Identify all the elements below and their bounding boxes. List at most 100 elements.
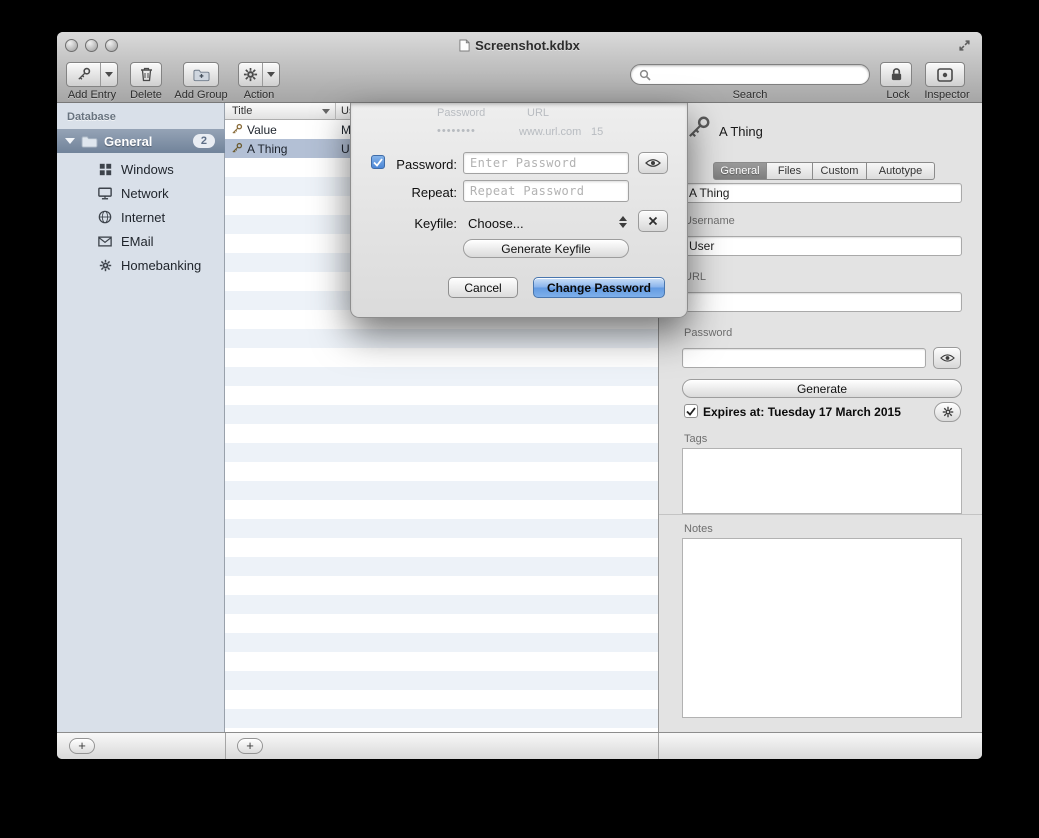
popup-stepper-icon[interactable] bbox=[616, 212, 630, 231]
disclosure-triangle-icon[interactable] bbox=[65, 138, 75, 144]
tab-autotype[interactable]: Autotype bbox=[867, 162, 935, 180]
app-window: Screenshot.kdbx Add Entry Delete Add Gro… bbox=[57, 32, 982, 759]
add-group-button[interactable] bbox=[183, 62, 219, 87]
username-label: Username bbox=[684, 215, 735, 227]
sidebar-item-email[interactable]: EMail bbox=[57, 229, 225, 253]
search-input[interactable] bbox=[656, 68, 861, 82]
desktop-background: Screenshot.kdbx Add Entry Delete Add Gro… bbox=[0, 0, 1039, 838]
delete-button[interactable] bbox=[130, 62, 162, 87]
tab-general[interactable]: General bbox=[713, 162, 767, 180]
add-entry-footer-button[interactable]: + bbox=[237, 738, 263, 754]
close-icon bbox=[648, 216, 658, 226]
inspector-label: Inspector bbox=[907, 89, 982, 101]
change-password-button[interactable]: Change Password bbox=[533, 277, 665, 298]
entry-title: A Thing bbox=[247, 142, 287, 156]
inspector-button[interactable] bbox=[925, 62, 965, 87]
network-icon bbox=[97, 187, 113, 200]
reveal-password-button[interactable] bbox=[933, 347, 961, 369]
column-title[interactable]: Title bbox=[232, 105, 252, 117]
generate-label: Generate bbox=[797, 382, 847, 396]
tags-box[interactable] bbox=[682, 448, 962, 514]
reveal-password-button[interactable] bbox=[638, 152, 668, 174]
ghost-url-header: URL bbox=[527, 107, 549, 119]
check-icon bbox=[686, 407, 696, 416]
expires-label: Expires at: Tuesday 17 March 2015 bbox=[703, 405, 901, 419]
sidebar-item-internet[interactable]: Internet bbox=[57, 205, 225, 229]
sort-indicator-icon bbox=[322, 109, 330, 114]
eye-icon bbox=[645, 158, 661, 168]
username-field[interactable] bbox=[682, 236, 962, 256]
tab-custom[interactable]: Custom bbox=[813, 162, 867, 180]
trash-icon bbox=[140, 67, 153, 82]
key-icon bbox=[67, 67, 100, 82]
generate-password-button[interactable]: Generate bbox=[682, 379, 962, 398]
chevron-down-icon bbox=[267, 72, 275, 77]
sidebar-item-homebanking[interactable]: Homebanking bbox=[57, 253, 225, 277]
add-entry-dropdown[interactable] bbox=[100, 63, 117, 86]
notes-box[interactable] bbox=[682, 538, 962, 718]
inspector-panel: A Thing General Files Custom Autotype Us… bbox=[658, 103, 982, 732]
entry-title: Value bbox=[247, 123, 277, 137]
eye-icon bbox=[940, 353, 955, 363]
gear-icon bbox=[942, 406, 954, 418]
gear-icon bbox=[239, 67, 262, 82]
column-divider[interactable] bbox=[335, 103, 336, 120]
sheet-password-input[interactable] bbox=[463, 152, 629, 174]
titlebar[interactable]: Screenshot.kdbx bbox=[57, 32, 982, 60]
section-divider bbox=[659, 514, 982, 515]
homebanking-icon bbox=[97, 259, 113, 272]
sidebar-item-label: Network bbox=[121, 186, 169, 201]
search-field[interactable] bbox=[630, 64, 870, 85]
url-field[interactable] bbox=[682, 292, 962, 312]
sheet-repeat-input[interactable] bbox=[463, 180, 629, 202]
sidebar-item-network[interactable]: Network bbox=[57, 181, 225, 205]
sidebar-item-label: Internet bbox=[121, 210, 165, 225]
email-icon bbox=[97, 236, 113, 247]
inspector-tabs: General Files Custom Autotype bbox=[713, 162, 935, 180]
expires-checkbox[interactable] bbox=[684, 404, 698, 418]
search-label: Search bbox=[710, 89, 790, 101]
folder-icon bbox=[81, 135, 98, 148]
add-entry-button[interactable] bbox=[66, 62, 118, 87]
chevron-down-icon bbox=[105, 72, 113, 77]
sidebar-group-general[interactable]: General 2 bbox=[57, 129, 225, 153]
fullscreen-icon[interactable] bbox=[958, 39, 971, 52]
lock-icon bbox=[890, 67, 903, 82]
search-icon bbox=[639, 69, 651, 81]
sidebar-group-label: General bbox=[104, 134, 193, 149]
inspector-entry-title: A Thing bbox=[719, 124, 763, 139]
key-icon bbox=[230, 142, 244, 155]
title-field[interactable] bbox=[682, 183, 962, 203]
action-dropdown[interactable] bbox=[262, 63, 279, 86]
ghost-url-value: www.url.com bbox=[519, 126, 581, 138]
clear-keyfile-button[interactable] bbox=[638, 210, 668, 232]
sidebar-header: Database bbox=[67, 111, 116, 123]
sidebar-item-windows[interactable]: Windows bbox=[57, 157, 225, 181]
password-settings-button[interactable] bbox=[934, 402, 961, 422]
windows-icon bbox=[97, 163, 113, 176]
notes-label: Notes bbox=[684, 523, 713, 535]
cancel-button[interactable]: Cancel bbox=[448, 277, 518, 298]
inspector-icon bbox=[937, 68, 953, 82]
window-header: Screenshot.kdbx Add Entry Delete Add Gro… bbox=[57, 32, 982, 103]
tags-label: Tags bbox=[684, 433, 707, 445]
sheet-repeat-label: Repeat: bbox=[381, 185, 457, 200]
tab-files[interactable]: Files bbox=[767, 162, 813, 180]
cancel-label: Cancel bbox=[464, 281, 501, 295]
footer-bar: + + bbox=[57, 732, 982, 759]
ghost-extra-value: 15 bbox=[591, 126, 603, 138]
change-password-sheet: Password URL •••••••• www.url.com 15 Pas… bbox=[350, 103, 688, 318]
lock-button[interactable] bbox=[880, 62, 912, 87]
window-title-row: Screenshot.kdbx bbox=[57, 38, 982, 53]
add-group-footer-button[interactable]: + bbox=[69, 738, 95, 754]
action-button[interactable] bbox=[238, 62, 280, 87]
ghost-password-header: Password bbox=[437, 107, 485, 119]
password-field[interactable] bbox=[682, 348, 926, 368]
folder-plus-icon bbox=[193, 68, 210, 82]
footer-divider bbox=[658, 733, 659, 759]
password-label: Password bbox=[684, 327, 732, 339]
sidebar-item-label: Windows bbox=[121, 162, 174, 177]
keyfile-popup[interactable]: Choose... bbox=[468, 216, 524, 231]
window-title: Screenshot.kdbx bbox=[475, 38, 580, 53]
generate-keyfile-button[interactable]: Generate Keyfile bbox=[463, 239, 629, 258]
